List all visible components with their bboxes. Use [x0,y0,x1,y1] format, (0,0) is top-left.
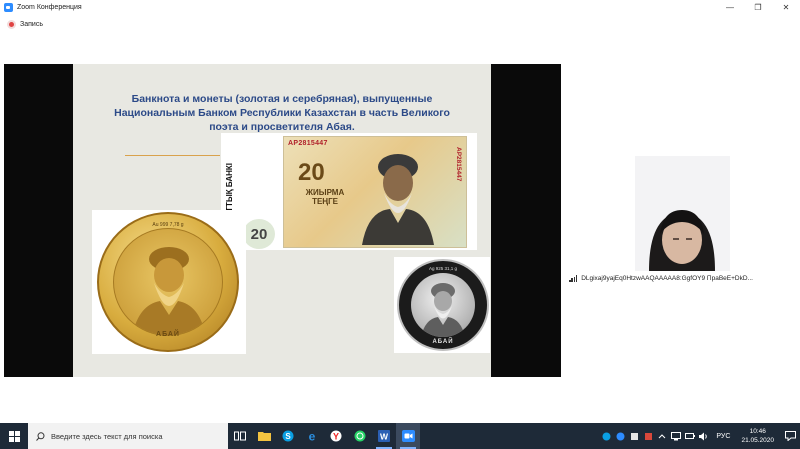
search-placeholder: Введите здесь текст для поиска [51,431,163,441]
window-title: Zoom Конференция [17,3,82,11]
portrait-illustration [132,247,206,335]
slide-title-line: Банкнота и монеты (золотая и серебряная)… [131,93,433,105]
zoom-camera-icon [401,430,415,442]
svg-text:Y: Y [333,432,339,442]
banknote-words: ЖИЫРМА ТЕҢГЕ [305,188,345,206]
whatsapp-icon [354,430,366,442]
svg-text:W: W [380,432,389,442]
participant-name-row: DLgixaj9yajEq0HtzwAAQAAAAA8:GgfOY9 ПраВе… [569,273,753,283]
notification-icon [784,431,796,441]
silver-coin-weight: Ag 925 31,1 g [428,266,458,271]
silver-coin: Ag 925 31,1 g АБАЙ [397,259,489,351]
participant-illustration [635,156,730,271]
antivirus-tray-icon[interactable] [641,423,655,449]
slide-title-line: поэта и просветителя Абая. [209,121,355,133]
participant-video[interactable] [635,156,730,271]
portrait-illustration [421,283,465,337]
recording-label: Запись [20,21,43,28]
slide-title: Банкнота и монеты (золотая и серебряная)… [93,92,471,134]
folder-icon [257,432,271,441]
skype-icon: S [282,430,294,442]
language-indicator[interactable]: РУС [716,433,730,440]
silver-coin-image: Ag 925 31,1 g АБАЙ [394,257,490,353]
window-controls: — ❐ ✕ [716,0,800,14]
word-button[interactable]: W [372,423,396,449]
yandex-icon: Y [330,430,342,442]
task-view-button[interactable] [228,423,252,449]
record-icon [7,20,16,29]
whatsapp-button[interactable] [348,423,372,449]
banknote-value: 20 [298,159,325,186]
zoom-logo-icon [4,2,13,12]
zoom-tray-icon[interactable] [613,423,627,449]
skype-button[interactable]: S [276,423,300,449]
silver-coin-name: АБАЙ [432,339,454,345]
gold-coin: Au 999 7,78 g АБАЙ [97,212,239,352]
silver-coin-center [411,273,475,337]
network-icon[interactable] [669,423,683,449]
volume-icon[interactable] [697,423,711,449]
gold-coin-image: Au 999 7,78 g АБАЙ [92,210,246,354]
zoom-button[interactable] [396,423,420,449]
edge-icon: e [309,430,316,442]
clock[interactable]: 10:46 21.05.2020 [741,427,774,445]
presentation-slide: Банкнота и монеты (золотая и серебряная)… [73,64,491,377]
participant-name: DLgixaj9yajEq0HtzwAAQAAAAA8:GgfOY9 ПраВе… [581,274,753,282]
system-tray: РУС 10:46 21.05.2020 [599,423,800,449]
gold-coin-name: АБАЙ [156,331,180,338]
title-bar: Zoom Конференция — ❐ ✕ [0,0,800,14]
battery-icon[interactable] [683,423,697,449]
notifications-button[interactable] [780,423,800,449]
yandex-button[interactable]: Y [324,423,348,449]
word-icon: W [378,430,390,442]
minimize-button[interactable]: — [716,0,744,14]
task-view-icon [234,431,246,441]
recording-indicator[interactable]: Запись [7,20,43,29]
svg-text:S: S [285,432,291,441]
close-button[interactable]: ✕ [772,0,800,14]
windows-logo-icon [8,430,20,442]
file-explorer-button[interactable] [252,423,276,449]
banknote-serial: АР2815447 [288,140,328,147]
meeting-area: Запись Банкнота и монеты (золотая и сере… [0,14,800,423]
chevron-up-icon[interactable] [655,423,669,449]
search-icon [36,431,45,441]
dropbox-tray-icon[interactable] [627,423,641,449]
slide-title-line: Национальным Банком Республики Казахстан… [114,107,450,119]
banknote-serial-vertical: АР2815447 [455,147,462,182]
skype-tray-icon[interactable] [599,423,613,449]
maximize-button[interactable]: ❐ [744,0,772,14]
signal-strength-icon [569,274,578,282]
taskbar-search[interactable]: Введите здесь текст для поиска [28,423,228,449]
banknote-side-value: 20 [243,219,275,249]
portrait-illustration [362,154,434,245]
taskbar: Введите здесь текст для поиска S e Y W Р… [0,423,800,449]
start-button[interactable] [0,423,28,449]
banknote-image: Н ҰЛТТЫҚ БАНКІ 20 АР2815447 АР2815447 20… [221,133,477,250]
svg-text:e: e [309,430,316,442]
decorative-line [125,155,220,156]
banknote: АР2815447 АР2815447 20 ЖИЫРМА ТЕҢГЕ ҚАЗА… [283,136,467,248]
gold-coin-center [113,228,223,336]
clock-date: 21.05.2020 [741,437,774,444]
edge-button[interactable]: e [300,423,324,449]
clock-time: 10:46 [749,428,766,435]
